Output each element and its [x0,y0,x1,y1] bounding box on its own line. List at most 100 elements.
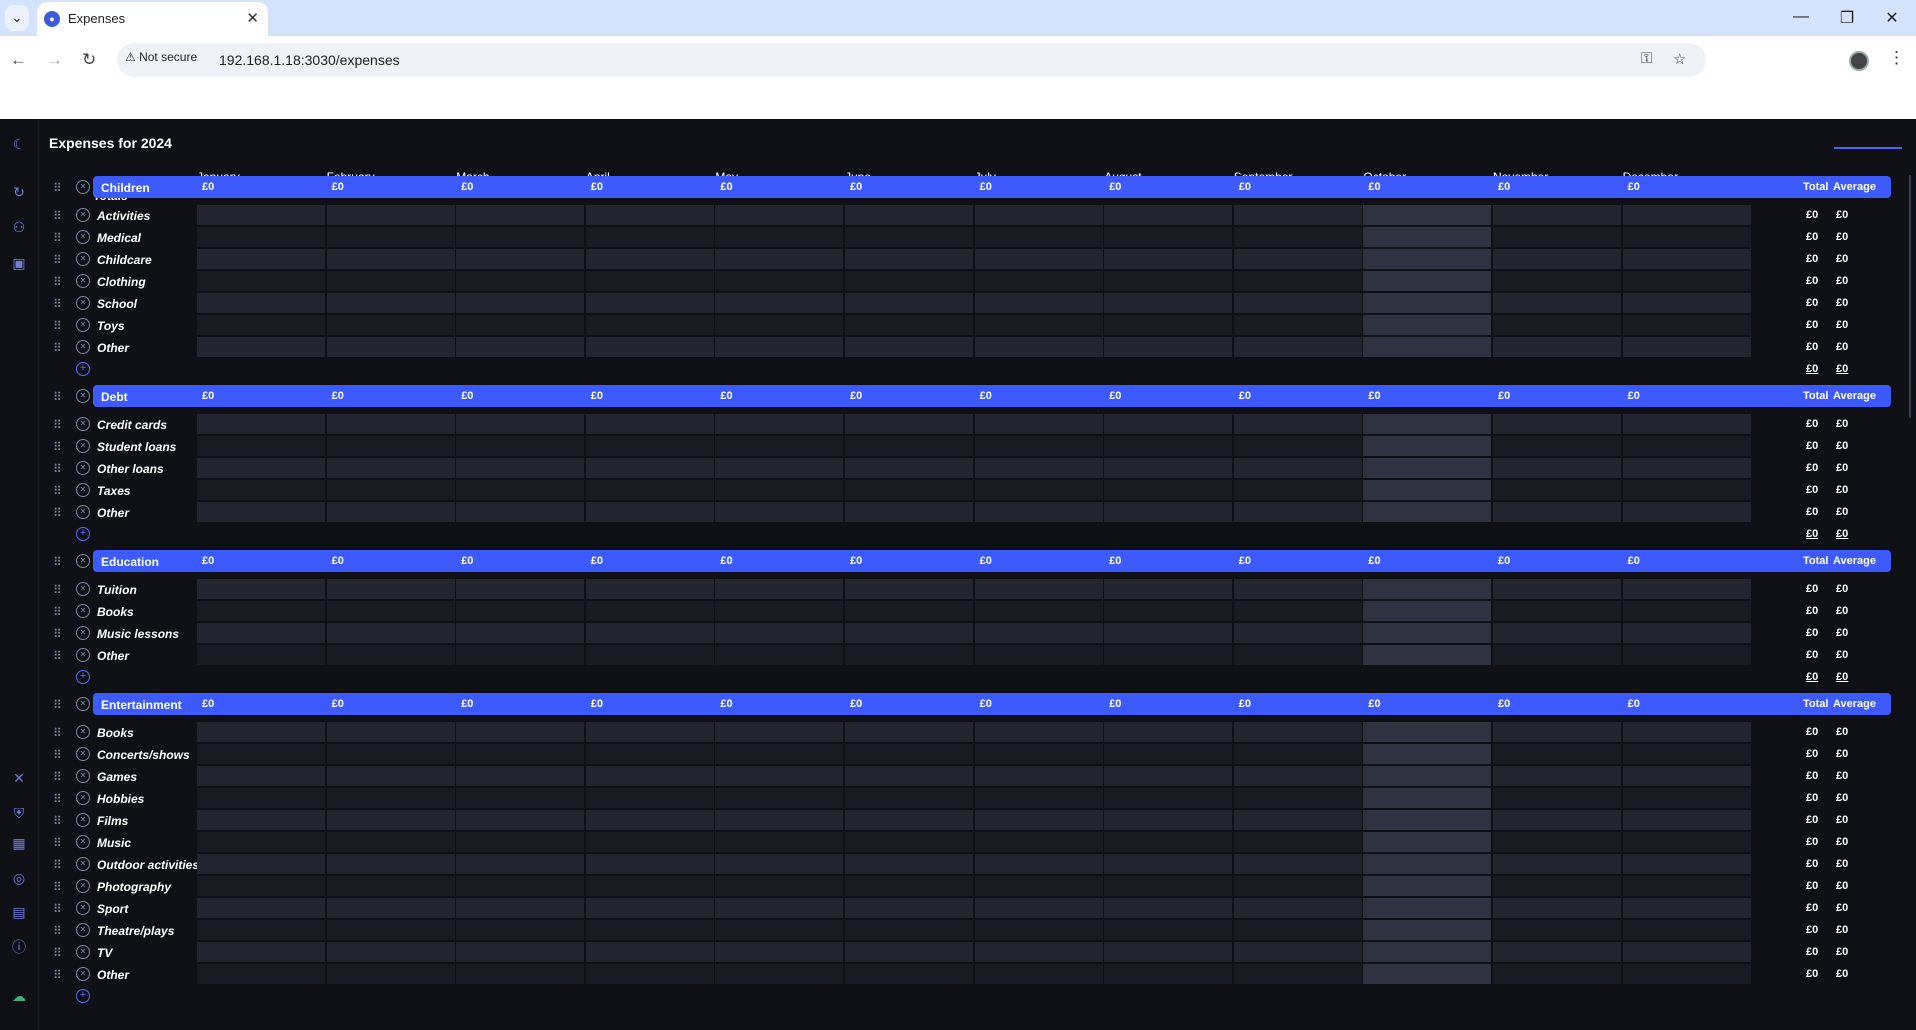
amount-input-cell[interactable] [974,788,1103,808]
amount-input-cell[interactable] [1493,271,1621,291]
amount-input-cell[interactable] [1104,480,1233,500]
browser-menu-icon[interactable]: ⋮ [1888,48,1905,68]
amount-input-cell[interactable] [974,920,1103,940]
row-remove-icon[interactable]: ✕ [76,582,90,596]
amount-input-cell[interactable] [1622,414,1751,434]
row-drag-handle[interactable]: ⠿ [53,583,62,597]
amount-input-cell[interactable] [845,744,973,764]
amount-input-cell[interactable] [197,502,325,522]
row-drag-handle[interactable]: ⠿ [53,440,62,454]
amount-input-cell[interactable] [1363,788,1492,808]
amount-input-cell[interactable] [1104,436,1233,456]
amount-input-cell[interactable] [197,898,325,918]
amount-input-cell[interactable] [1233,315,1362,335]
amount-input-cell[interactable] [715,458,844,478]
amount-input-cell[interactable] [1622,601,1751,621]
restore-icon[interactable]: ❐ [1835,8,1859,28]
expense-label[interactable]: Other loans [97,462,164,476]
amount-input-cell[interactable] [1493,414,1621,434]
amount-input-cell[interactable] [974,832,1103,852]
category-name[interactable]: Education [101,555,159,569]
amount-input-cell[interactable] [845,788,973,808]
amount-input-cell[interactable] [326,205,455,225]
amount-input-cell[interactable] [585,766,714,786]
row-remove-icon[interactable]: ✕ [76,230,90,244]
amount-input-cell[interactable] [585,964,714,984]
amount-input-cell[interactable] [456,645,585,665]
amount-input-cell[interactable] [456,205,585,225]
amount-input-cell[interactable] [1104,502,1233,522]
amount-input-cell[interactable] [1233,832,1362,852]
amount-input-cell[interactable] [845,832,973,852]
expense-label[interactable]: Films [97,814,128,828]
category-remove-icon[interactable]: ✕ [76,554,90,568]
amount-input-cell[interactable] [1104,898,1233,918]
amount-input-cell[interactable] [974,579,1103,599]
amount-input-cell[interactable] [715,964,844,984]
amount-input-cell[interactable] [197,744,325,764]
close-window-icon[interactable]: ✕ [1880,8,1904,28]
amount-input-cell[interactable] [1233,502,1362,522]
amount-input-cell[interactable] [197,458,325,478]
amount-input-cell[interactable] [715,766,844,786]
category-remove-icon[interactable]: ✕ [76,389,90,403]
shield-icon[interactable]: ⛨ [8,802,30,824]
expense-label[interactable]: Outdoor activities [97,858,199,872]
amount-input-cell[interactable] [1233,788,1362,808]
amount-input-cell[interactable] [715,722,844,742]
expense-label[interactable]: Theatre/plays [97,924,174,938]
calendar-icon[interactable]: ▦ [8,832,30,854]
amount-input-cell[interactable] [1622,227,1751,247]
amount-input-cell[interactable] [974,601,1103,621]
amount-input-cell[interactable] [1104,205,1233,225]
amount-input-cell[interactable] [326,249,455,269]
amount-input-cell[interactable] [585,810,714,830]
amount-input-cell[interactable] [845,436,973,456]
amount-input-cell[interactable] [1233,293,1362,313]
amount-input-cell[interactable] [715,623,844,643]
amount-input-cell[interactable] [197,227,325,247]
amount-input-cell[interactable] [1233,942,1362,962]
amount-input-cell[interactable] [1104,744,1233,764]
amount-input-cell[interactable] [974,480,1103,500]
category-name[interactable]: Entertainment [101,698,182,712]
amount-input-cell[interactable] [1233,744,1362,764]
amount-input-cell[interactable] [974,436,1103,456]
amount-input-cell[interactable] [326,458,455,478]
amount-input-cell[interactable] [845,458,973,478]
amount-input-cell[interactable] [197,436,325,456]
amount-input-cell[interactable] [715,744,844,764]
amount-input-cell[interactable] [1233,964,1362,984]
amount-input-cell[interactable] [845,898,973,918]
amount-input-cell[interactable] [197,601,325,621]
expense-label[interactable]: Concerts/shows [97,748,190,762]
amount-input-cell[interactable] [1363,920,1492,940]
amount-input-cell[interactable] [1104,854,1233,874]
row-remove-icon[interactable]: ✕ [76,626,90,640]
amount-input-cell[interactable] [326,645,455,665]
amount-input-cell[interactable] [845,579,973,599]
expense-label[interactable]: Clothing [97,275,146,289]
amount-input-cell[interactable] [456,227,585,247]
category-remove-icon[interactable]: ✕ [76,180,90,194]
amount-input-cell[interactable] [715,249,844,269]
amount-input-cell[interactable] [845,414,973,434]
row-remove-icon[interactable]: ✕ [76,439,90,453]
row-remove-icon[interactable]: ✕ [76,208,90,222]
amount-input-cell[interactable] [845,766,973,786]
amount-input-cell[interactable] [1233,898,1362,918]
amount-input-cell[interactable] [456,249,585,269]
amount-input-cell[interactable] [326,722,455,742]
amount-input-cell[interactable] [456,766,585,786]
amount-input-cell[interactable] [456,623,585,643]
amount-input-cell[interactable] [197,249,325,269]
amount-input-cell[interactable] [1104,414,1233,434]
expense-label[interactable]: Photography [97,880,171,894]
row-drag-handle[interactable]: ⠿ [53,792,62,806]
row-remove-icon[interactable]: ✕ [76,318,90,332]
row-drag-handle[interactable]: ⠿ [53,770,62,784]
amount-input-cell[interactable] [456,502,585,522]
close-tab-icon[interactable]: ✕ [246,9,259,27]
amount-input-cell[interactable] [1233,920,1362,940]
amount-input-cell[interactable] [585,942,714,962]
